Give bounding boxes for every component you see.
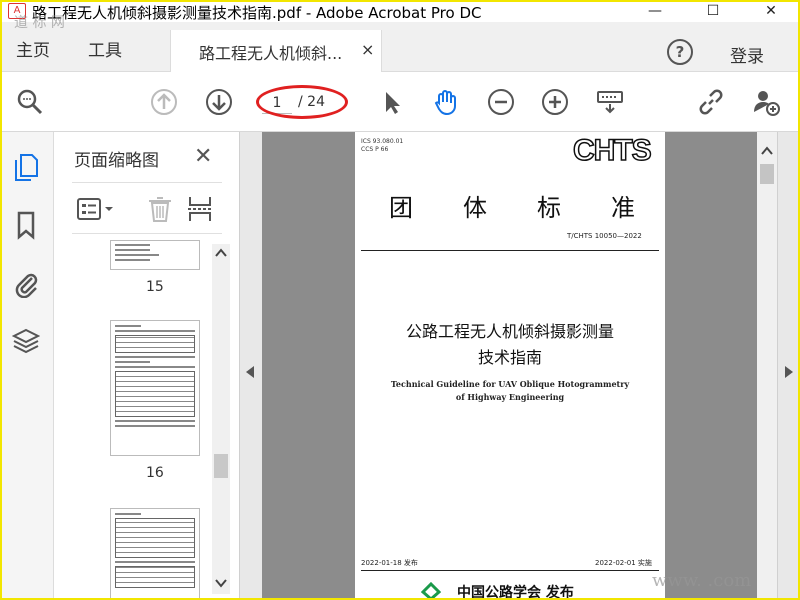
panel-collapse-handle[interactable] [240, 132, 262, 600]
minimize-button[interactable]: — [632, 0, 678, 22]
scroll-down-icon[interactable] [215, 578, 227, 588]
keyboard-icon[interactable] [596, 88, 624, 116]
home-tab[interactable]: 主页 [16, 36, 50, 61]
pdf-page: ICS 93.080.01 CCS P 66 CHTS 团 体 标 准 T/CH… [355, 132, 665, 600]
chinese-title-line-1: 公路工程无人机倾斜摄影测量 [405, 322, 614, 341]
next-page-icon[interactable] [205, 88, 233, 116]
previous-page-icon[interactable] [150, 88, 178, 116]
ics-code: ICS 93.080.01 CCS P 66 [361, 138, 404, 153]
tools-tab[interactable]: 工具 [88, 36, 122, 61]
footer-rule [361, 570, 659, 571]
add-user-icon[interactable] [752, 88, 780, 116]
standard-heading: 团 体 标 准 [389, 194, 635, 222]
maximize-button[interactable]: ☐ [690, 0, 736, 22]
scroll-up-icon[interactable] [215, 248, 227, 258]
share-link-icon[interactable] [697, 88, 725, 116]
document-scrollbar-thumb[interactable] [760, 164, 774, 184]
standard-code: T/CHTS 10050—2022 [567, 232, 642, 240]
watermark-top-left: 道 标 网 [14, 15, 65, 31]
window-title: 路工程无人机倾斜摄影测量技术指南.pdf - Adobe Acrobat Pro… [32, 4, 482, 22]
document-view[interactable]: ICS 93.080.01 CCS P 66 CHTS 团 体 标 准 T/CH… [262, 132, 757, 600]
thumbnail-options-icon[interactable] [76, 195, 116, 223]
organization-name: 中国公路学会 发布 [457, 585, 574, 600]
insert-page-icon[interactable] [186, 195, 214, 223]
hand-tool-icon[interactable] [432, 88, 460, 116]
page-highlight-annotation [256, 85, 348, 119]
header-rule [361, 250, 659, 251]
thumbnail-page-17[interactable] [110, 508, 200, 600]
document-scrollbar[interactable] [757, 132, 777, 600]
left-nav-strip [0, 132, 54, 600]
publish-date: 2022-01-18 发布 [361, 559, 418, 567]
thumbnail-page-number: 16 [146, 465, 164, 481]
organization-logo-icon [421, 582, 441, 600]
login-button[interactable]: 登录 [730, 42, 764, 67]
document-tab-label: 路工程无人机倾斜... [199, 44, 343, 63]
title-bar: A 路工程无人机倾斜摄影测量技术指南.pdf - Adobe Acrobat P… [0, 0, 800, 22]
thumbnail-scrollbar[interactable] [212, 244, 230, 594]
panel-title: 页面缩略图 [74, 151, 159, 171]
watermark-bottom-right: www. .com [652, 570, 752, 591]
zoom-in-icon[interactable] [541, 88, 569, 116]
bookmark-icon[interactable] [12, 210, 40, 240]
nav-bar: 主页 工具 路工程无人机倾斜... × ? 登录 [0, 22, 800, 72]
chts-logo: CHTS [572, 133, 652, 168]
document-tab-close-icon[interactable]: × [361, 40, 374, 59]
help-icon[interactable]: ? [667, 39, 693, 65]
chinese-title-line-2: 技术指南 [477, 348, 542, 367]
english-title-line-1: Technical Guideline for UAV Oblique Hoto… [390, 379, 630, 389]
page-thumbnails-icon[interactable] [12, 152, 40, 182]
thumbnails-panel: 页面缩略图 ✕ 15 16 [54, 132, 240, 600]
right-panel-handle[interactable] [777, 132, 798, 600]
delete-page-icon[interactable] [146, 195, 174, 223]
attachment-icon[interactable] [12, 268, 40, 298]
panel-close-icon[interactable]: ✕ [194, 144, 212, 169]
layers-icon[interactable] [12, 326, 40, 356]
zoom-out-icon[interactable] [487, 88, 515, 116]
close-window-button[interactable]: ✕ [748, 0, 794, 22]
collapse-left-icon[interactable] [246, 366, 254, 378]
thumbnail-tools [72, 182, 222, 234]
doc-scroll-up-icon[interactable] [761, 146, 773, 156]
thumbnail-page-number: 15 [146, 279, 164, 295]
main-toolbar: / 24 [0, 72, 800, 132]
select-cursor-icon[interactable] [378, 88, 406, 116]
thumbnail-page-15[interactable] [110, 240, 200, 270]
thumbnail-scrollbar-thumb[interactable] [214, 454, 228, 478]
document-tab[interactable]: 路工程无人机倾斜... × [170, 30, 382, 72]
expand-right-icon[interactable] [785, 366, 793, 378]
effective-date: 2022-02-01 实施 [595, 559, 652, 567]
thumbnail-page-16[interactable] [110, 320, 200, 456]
search-icon[interactable] [16, 88, 44, 116]
english-title-line-2: of Highway Engineering [455, 392, 565, 402]
